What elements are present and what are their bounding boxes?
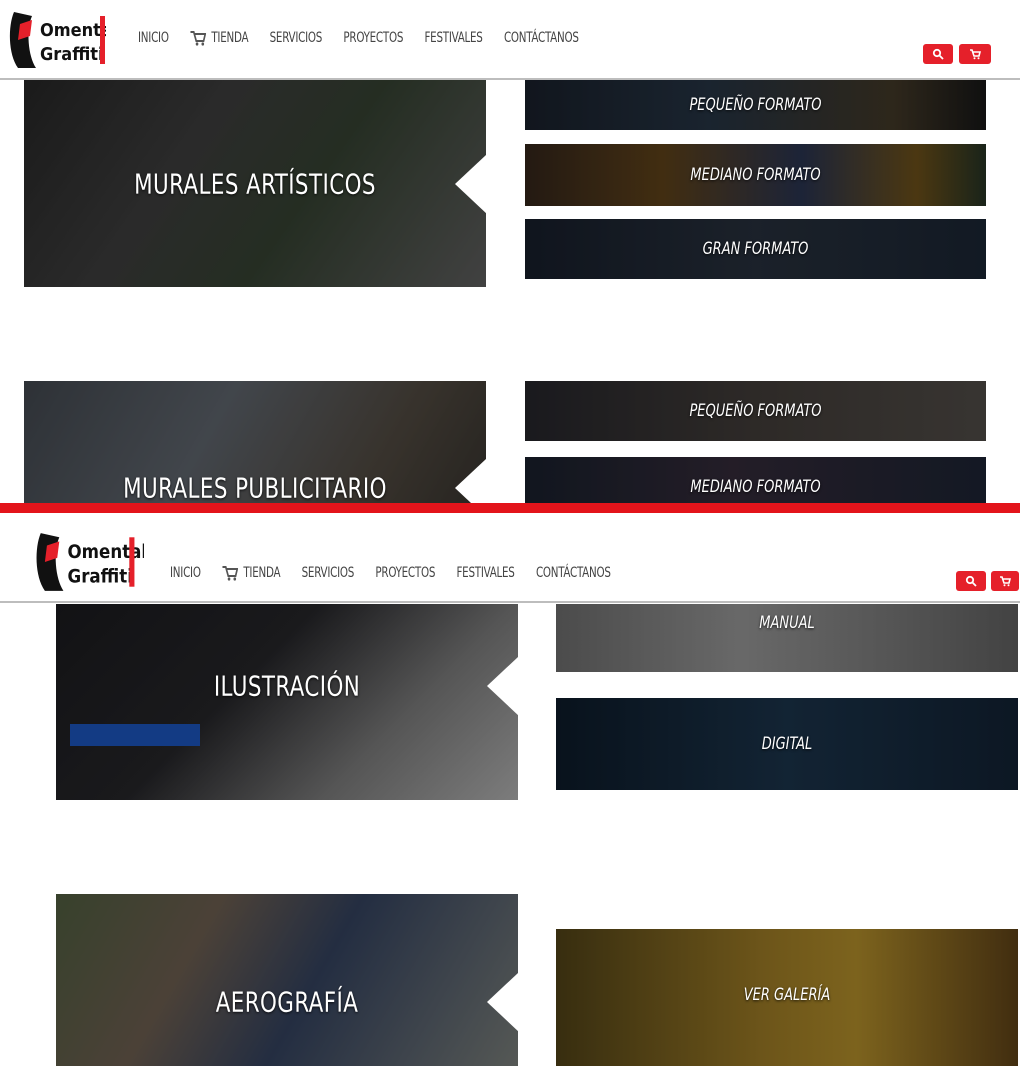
service-tile-ilustracion[interactable]: ILUSTRACIÓN: [56, 604, 518, 800]
cart-button[interactable]: [991, 571, 1019, 591]
site-logo[interactable]: Omental Graffiti: [6, 6, 117, 74]
option-label: MEDIANO FORMATO: [690, 165, 821, 185]
service-tile-murales-publicitario[interactable]: MURALES PUBLICITARIO: [24, 381, 486, 507]
screenshot-bottom: Omental Graffiti INICIO TIENDA SERVICIOS…: [0, 517, 1020, 1068]
tile-title: ILUSTRACIÓN: [213, 669, 361, 703]
option-mediano-formato-publicitario[interactable]: MEDIANO FORMATO: [525, 457, 986, 507]
nav-proyectos[interactable]: PROYECTOS: [343, 30, 403, 46]
nav-servicios[interactable]: SERVICIOS: [302, 565, 355, 581]
search-button[interactable]: [923, 44, 953, 64]
spray-logo-icon: Omental Graffiti: [9, 12, 117, 68]
top-navbar: Omental Graffiti INICIO TIENDA SERVICIOS…: [0, 0, 1020, 80]
option-manual[interactable]: MANUAL: [556, 604, 1018, 672]
option-digital[interactable]: DIGITAL: [556, 698, 1018, 790]
spray-logo-icon: Omental Graffiti: [36, 533, 147, 591]
nav-tienda[interactable]: TIENDA: [222, 565, 281, 581]
option-label: GRAN FORMATO: [702, 239, 809, 259]
nav-inicio[interactable]: INICIO: [138, 30, 169, 46]
logo-text-line2: Graffiti: [40, 44, 104, 65]
option-ver-galeria[interactable]: VER GALERÍA: [556, 929, 1018, 1066]
logo-text-line1: Omental: [40, 20, 106, 41]
top-navbar: Omental Graffiti INICIO TIENDA SERVICIOS…: [0, 517, 1020, 603]
service-tile-murales-artisticos[interactable]: MURALES ARTÍSTICOS: [24, 80, 486, 287]
option-pequeno-formato[interactable]: PEQUEÑO FORMATO: [525, 80, 986, 130]
cart-icon: [1000, 576, 1011, 587]
option-gran-formato[interactable]: GRAN FORMATO: [525, 219, 986, 279]
service-tile-aerografia[interactable]: AEROGRAFÍA: [56, 894, 518, 1066]
tile-title: MURALES PUBLICITARIO: [123, 471, 387, 505]
search-icon: [932, 48, 944, 60]
option-label: PEQUEÑO FORMATO: [689, 95, 822, 115]
nav-tienda-label: TIENDA: [211, 30, 249, 46]
option-label: MEDIANO FORMATO: [690, 477, 821, 497]
tile-title: MURALES ARTÍSTICOS: [134, 167, 376, 200]
search-icon: [965, 575, 977, 587]
site-logo[interactable]: Omental Graffiti: [24, 527, 147, 597]
option-label: VER GALERÍA: [743, 984, 831, 1005]
nav-festivales[interactable]: FESTIVALES: [424, 30, 482, 46]
logo-text-line2: Graffiti: [68, 567, 133, 588]
option-label: DIGITAL: [761, 734, 813, 754]
main-menu: INICIO TIENDA SERVICIOS PROYECTOS FESTIV…: [138, 30, 579, 46]
option-mediano-formato[interactable]: MEDIANO FORMATO: [525, 144, 986, 206]
screenshot-top: Omental Graffiti INICIO TIENDA SERVICIOS…: [0, 0, 1020, 507]
nav-inicio[interactable]: INICIO: [170, 565, 201, 581]
nav-contactanos[interactable]: CONTÁCTANOS: [536, 565, 611, 581]
nav-tienda-label: TIENDA: [243, 565, 281, 581]
cart-icon: [222, 566, 239, 581]
screenshot-divider: [0, 503, 1020, 513]
nav-festivales[interactable]: FESTIVALES: [456, 565, 514, 581]
nav-tienda[interactable]: TIENDA: [190, 30, 249, 46]
search-button[interactable]: [956, 571, 986, 591]
cart-icon: [190, 31, 207, 46]
tile-title: AEROGRAFÍA: [215, 985, 359, 1019]
cart-icon: [970, 49, 981, 60]
nav-proyectos[interactable]: PROYECTOS: [375, 565, 435, 581]
option-label: PEQUEÑO FORMATO: [689, 401, 822, 421]
option-label: MANUAL: [759, 613, 815, 634]
cart-button[interactable]: [959, 44, 991, 64]
nav-contactanos[interactable]: CONTÁCTANOS: [504, 30, 579, 46]
nav-servicios[interactable]: SERVICIOS: [270, 30, 323, 46]
option-pequeno-formato-publicitario[interactable]: PEQUEÑO FORMATO: [525, 381, 986, 441]
main-menu: INICIO TIENDA SERVICIOS PROYECTOS FESTIV…: [170, 565, 611, 581]
